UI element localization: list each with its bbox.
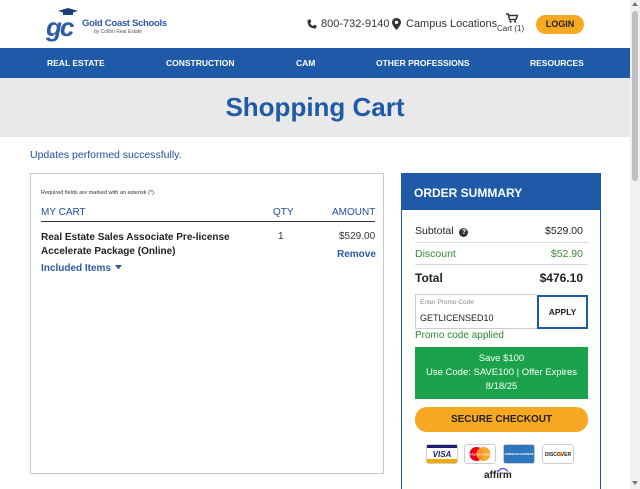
scroll-down-arrow-icon[interactable] bbox=[632, 481, 638, 485]
column-header-amount: AMOUNT bbox=[332, 207, 376, 218]
offer-banner[interactable]: Save $100 Use Code: SAVE100 | Offer Expi… bbox=[415, 347, 588, 399]
amex-text: AMERICAN EXPRESS bbox=[504, 452, 533, 456]
help-icon[interactable]: ? bbox=[459, 228, 469, 237]
cart-item-qty: 1 bbox=[278, 231, 284, 242]
discover-text: DISCOVER bbox=[545, 452, 572, 458]
cart-panel: Required fields are marked with an aster… bbox=[30, 173, 384, 474]
subtotal-value: $529.00 bbox=[545, 225, 583, 237]
nav-item-resources[interactable]: RESOURCES bbox=[530, 48, 584, 78]
campus-locations-link[interactable]: Campus Locations bbox=[392, 16, 497, 32]
discount-value: $52.90 bbox=[550, 248, 583, 260]
scrollbar-thumb[interactable] bbox=[632, 11, 638, 181]
amex-card-icon: AMERICAN EXPRESS bbox=[503, 444, 535, 464]
order-summary-panel: ORDER SUMMARY Subtotal ? $529.00 Discoun… bbox=[401, 173, 601, 489]
main-nav: REAL ESTATE CONSTRUCTION CAM OTHER PROFE… bbox=[0, 48, 630, 78]
gold-coast-schools-logo[interactable]: gc Gold Coast Schools by Colibri Real Es… bbox=[46, 8, 167, 42]
included-items-toggle[interactable]: Included Items bbox=[41, 263, 122, 274]
column-header-qty: QTY bbox=[273, 207, 294, 218]
secure-checkout-button[interactable]: SECURE CHECKOUT bbox=[415, 407, 588, 432]
column-header-my-cart: MY CART bbox=[41, 207, 86, 218]
caret-down-icon bbox=[114, 265, 122, 270]
page-title: Shopping Cart bbox=[225, 92, 405, 122]
affirm-logo: affirm bbox=[484, 470, 512, 481]
mastercard-icon: MasterCard bbox=[464, 444, 496, 464]
nav-item-other-professions[interactable]: OTHER PROFESSIONS bbox=[376, 48, 470, 78]
nav-item-cam[interactable]: CAM bbox=[296, 48, 315, 78]
nav-item-real-estate[interactable]: REAL ESTATE bbox=[47, 48, 105, 78]
map-pin-icon bbox=[392, 18, 401, 30]
promo-code-value: GETLICENSED10 bbox=[420, 313, 494, 323]
logo-subtitle: by Colibri Real Estate bbox=[94, 29, 143, 35]
cart-link[interactable]: Cart (1) bbox=[497, 13, 527, 35]
login-button[interactable]: LOGIN bbox=[536, 15, 584, 34]
apply-promo-button[interactable]: APPLY bbox=[537, 295, 588, 329]
phone-number: 800-732-9140 bbox=[321, 18, 390, 30]
campus-locations-label: Campus Locations bbox=[406, 18, 498, 30]
shopping-cart-icon bbox=[506, 13, 518, 23]
promo-code-placeholder: Enter Promo Code bbox=[420, 299, 474, 306]
scroll-up-arrow-icon[interactable] bbox=[632, 2, 638, 6]
row-divider bbox=[415, 242, 588, 243]
cart-item-amount: $529.00 bbox=[339, 231, 376, 242]
promo-code-field[interactable]: Enter Promo Code GETLICENSED10 bbox=[415, 294, 537, 329]
logo-name: Gold Coast Schools bbox=[82, 18, 167, 29]
required-fields-note: Required fields are marked with an aster… bbox=[41, 190, 156, 196]
offer-line-2: Use Code: SAVE100 | Offer Expires bbox=[425, 367, 578, 378]
phone-icon bbox=[307, 19, 317, 29]
discount-row: Discount $52.90 bbox=[415, 248, 583, 260]
cart-count-label: Cart (1) bbox=[497, 24, 525, 33]
phone-link[interactable]: 800-732-9140 bbox=[307, 16, 390, 32]
row-divider bbox=[415, 264, 588, 265]
cart-item-name: Real Estate Sales Associate Pre-license … bbox=[41, 232, 230, 257]
title-band: Shopping Cart bbox=[0, 78, 630, 137]
top-header: gc Gold Coast Schools by Colibri Real Es… bbox=[0, 0, 630, 48]
subtotal-label: Subtotal bbox=[415, 225, 454, 237]
subtotal-row: Subtotal ? $529.00 bbox=[415, 225, 583, 237]
total-value: $476.10 bbox=[539, 271, 583, 285]
offer-line-1: Save $100 bbox=[478, 353, 525, 364]
total-row: Total $476.10 bbox=[415, 271, 583, 285]
promo-applied-message: Promo code applied bbox=[415, 330, 504, 341]
order-summary-title: ORDER SUMMARY bbox=[402, 174, 600, 210]
logo-mark: gc bbox=[46, 12, 74, 42]
discover-card-icon: DISCOVER bbox=[542, 444, 574, 464]
total-label: Total bbox=[415, 271, 443, 285]
page-scrollbar[interactable] bbox=[630, 0, 640, 489]
success-message: Updates performed successfully. bbox=[30, 149, 182, 161]
offer-line-3: 8/18/25 bbox=[485, 381, 518, 392]
visa-text: VISA bbox=[433, 450, 452, 459]
visa-card-icon: VISA bbox=[426, 444, 458, 464]
discount-label: Discount bbox=[415, 248, 456, 260]
nav-item-construction[interactable]: CONSTRUCTION bbox=[166, 48, 234, 78]
included-items-label: Included Items bbox=[41, 263, 112, 274]
header-divider bbox=[41, 221, 375, 222]
remove-item-link[interactable]: Remove bbox=[337, 249, 376, 260]
mastercard-text: MasterCard bbox=[470, 452, 492, 457]
